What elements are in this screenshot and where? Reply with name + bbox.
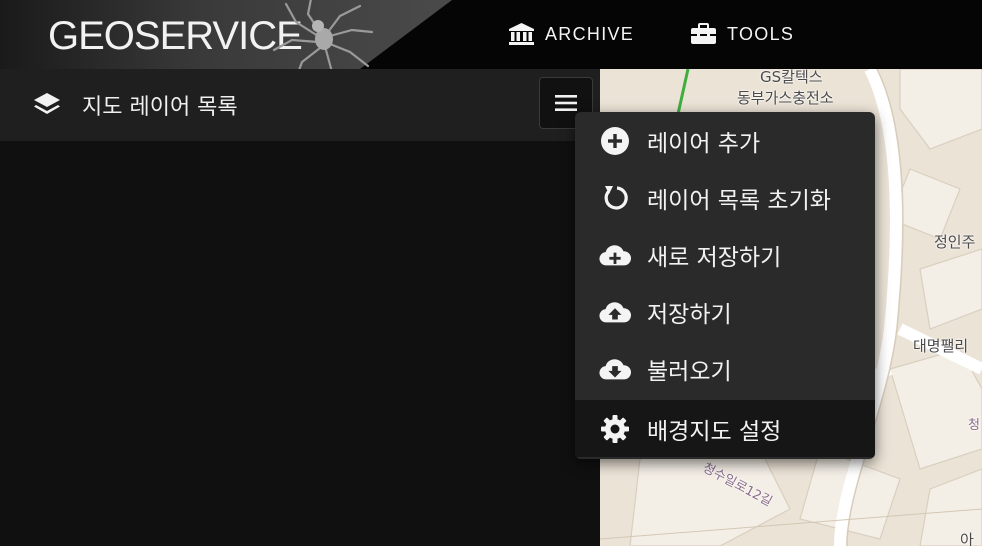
nav-archive[interactable]: ARCHIVE [508, 20, 634, 48]
menu-item-load[interactable]: 불러오기 [575, 340, 875, 397]
menu-item-label: 배경지도 설정 [647, 418, 782, 445]
plus-circle-icon [599, 125, 631, 157]
map-label: 대명팰리 [913, 337, 969, 355]
menu-item-basemap-settings[interactable]: 배경지도 설정 [575, 400, 875, 457]
cloud-plus-icon [599, 239, 631, 271]
menu-item-label: 새로 저장하기 [647, 244, 782, 271]
menu-item-label: 저장하기 [647, 301, 732, 328]
menu-item-label: 레이어 추가 [647, 130, 761, 157]
layer-panel-title: 지도 레이어 목록 [82, 95, 238, 120]
layer-panel-header: 지도 레이어 목록 [0, 69, 600, 141]
menu-item-add-layer[interactable]: 레이어 추가 [575, 112, 875, 169]
map-label: 아 [960, 531, 974, 546]
menu-item-label: 불러오기 [647, 358, 732, 385]
hamburger-icon [555, 95, 577, 111]
gear-icon [599, 413, 631, 445]
menu-item-reset-layers[interactable]: 레이어 목록 초기화 [575, 169, 875, 226]
bank-icon [509, 23, 534, 45]
menu-item-save[interactable]: 저장하기 [575, 283, 875, 340]
map-label: 청 [968, 418, 980, 433]
toolbox-icon [691, 23, 716, 44]
layer-list-area [0, 141, 600, 546]
menu-item-label: 레이어 목록 초기화 [647, 187, 831, 214]
map-label: 동부가스충전소 [737, 89, 834, 107]
top-navbar: GEOSERVICE ARCHIVE TOOLS [0, 0, 982, 94]
cloud-download-icon [599, 353, 631, 385]
map-label: GS칼텍스 [760, 69, 823, 86]
reset-icon [599, 182, 631, 214]
cloud-upload-icon [599, 296, 631, 328]
nav-tools[interactable]: TOOLS [690, 20, 794, 48]
nav-tools-label: TOOLS [727, 23, 795, 44]
layer-menu-dropdown: 레이어 추가 레이어 목록 초기화 새로 저장하기 저장하기 불러오기 배경지도… [575, 112, 875, 459]
nav-archive-label: ARCHIVE [545, 23, 635, 44]
layers-icon [34, 93, 60, 114]
map-label: 정인주 [934, 233, 976, 251]
brand-title[interactable]: GEOSERVICE [48, 14, 303, 59]
menu-item-save-new[interactable]: 새로 저장하기 [575, 226, 875, 283]
